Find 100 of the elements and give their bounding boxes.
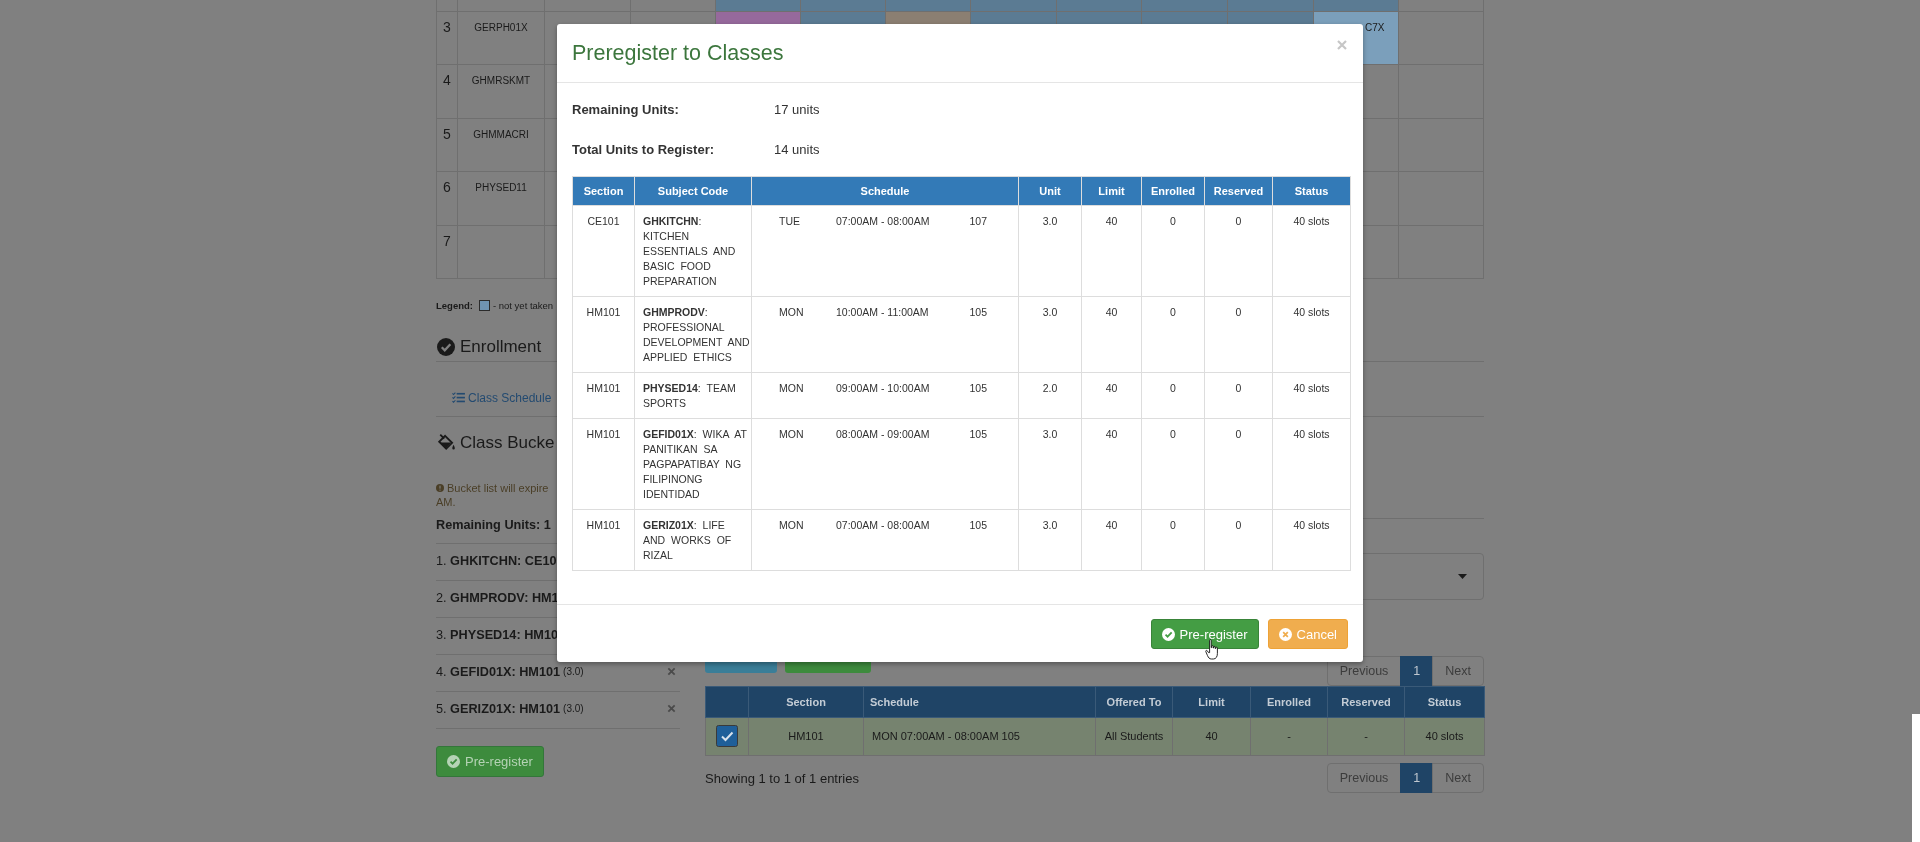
table-cell: 40 (1172, 717, 1251, 756)
column-header: Schedule (863, 686, 1096, 718)
table-cell: 40 slots (1272, 296, 1351, 373)
table-cell: 40 (1081, 372, 1142, 419)
row-number: 6 (436, 172, 458, 226)
check-circle-icon (1161, 627, 1175, 641)
table-cell: - (1250, 717, 1328, 756)
room-number: 105 (969, 518, 988, 533)
tab[interactable]: Class Schedule (436, 377, 553, 418)
table-cell: 0 (1204, 205, 1273, 297)
table-cell: 0 (1141, 296, 1205, 373)
table-cell: 0 (1141, 418, 1205, 510)
row-number: 5 (436, 118, 458, 173)
schedule-time: 07:00AM - 08:00AM (836, 214, 931, 229)
table-cell: PHYSED14: TEAM SPORTS (634, 372, 752, 419)
times-circle-icon (1278, 627, 1292, 641)
checkbox[interactable] (716, 725, 738, 748)
schedule-day: MON (779, 305, 836, 320)
column-header: Enrolled (1250, 686, 1328, 718)
paint-bucket-icon (437, 433, 455, 452)
table-cell: 0 (1141, 205, 1205, 297)
room-number: 105 (969, 381, 988, 396)
table-cell: 40 slots (1404, 717, 1485, 756)
task-list-icon (452, 392, 465, 404)
column-header: Limit (1081, 176, 1142, 206)
summary-value: 17 units (774, 101, 820, 119)
schedule-time: 10:00AM - 11:00AM (836, 305, 930, 320)
bucket-item: 1. GHKITCHN: CE10 (436, 552, 557, 570)
table-cell: 0 (1204, 372, 1273, 419)
slot-code: C7X (1365, 21, 1385, 35)
table-cell: - (1327, 717, 1405, 756)
table-cell: 0 (1141, 509, 1205, 571)
column-header: Section (572, 176, 635, 206)
section-heading: Class Bucke (460, 431, 555, 454)
remove-icon[interactable] (667, 704, 676, 714)
column-header: Status (1272, 176, 1351, 206)
unit-count: (3.0) (563, 701, 584, 716)
caret-down-icon (1458, 573, 1467, 579)
course-code: PHYSED11 (458, 172, 545, 226)
table-cell: HM101 (572, 372, 635, 419)
course-code: GHMMACRI (458, 118, 545, 173)
table-row[interactable]: HM101 MON 07:00AM - 08:00AM 105 All Students 40 - - 40 slots (705, 717, 1485, 756)
row-number: 7 (436, 225, 458, 279)
column-header: Unit (1018, 176, 1082, 206)
bucket-item: 4. GEFID01X: HM101 (436, 663, 561, 681)
check-circle-icon (447, 754, 460, 768)
table-cell: 40 slots (1272, 205, 1351, 297)
exclamation-circle-icon (436, 483, 444, 492)
table-cell: GEFID01X: WIKA AT PANITIKAN SA PAGPAPATIBAY NG FILIPINONG IDENTIDAD (634, 418, 752, 510)
close-icon[interactable] (1337, 40, 1347, 50)
table-cell: 40 slots (1272, 509, 1351, 571)
table-cell: 0 (1141, 372, 1205, 419)
legend-label: Legend: (436, 300, 473, 312)
table-cell: 3.0 (1018, 418, 1082, 510)
table-cell: 0 (1204, 418, 1273, 510)
page-link[interactable]: 1 (1400, 655, 1434, 686)
page-link[interactable]: 1 (1400, 763, 1434, 794)
section-heading: Enrollment (460, 335, 542, 358)
table-cell: 40 slots (1272, 418, 1351, 510)
column-header: Schedule (751, 176, 1019, 206)
schedule-day: MON (779, 427, 836, 442)
legend-text: - not yet taken (492, 300, 554, 312)
notice-text: Bucket list will expire (447, 480, 549, 495)
modal-title: Preregister to Classes (572, 40, 784, 67)
table-cell: 3.0 (1018, 509, 1082, 571)
column-header: Offered To (1095, 686, 1173, 718)
table-cell: 0 (1204, 509, 1273, 571)
row-number: 4 (436, 65, 458, 119)
summary-value: 14 units (774, 141, 820, 159)
course-code: GHMRSKMT (458, 65, 545, 119)
schedule-day: MON (779, 518, 836, 533)
course-code: GERPH01X (458, 12, 545, 66)
room-number: 107 (969, 214, 988, 229)
column-header: Limit (1172, 686, 1251, 718)
table-cell: HM101 (572, 418, 635, 510)
column-header: Section (748, 686, 864, 718)
table-cell: HM101 (748, 717, 864, 756)
schedule-time: 09:00AM - 10:00AM (836, 381, 931, 396)
column-header: Reserved (1327, 686, 1405, 718)
table-cell: 3.0 (1018, 205, 1082, 297)
unit-count: (3.0) (563, 664, 584, 679)
check-circle-icon (437, 337, 455, 356)
pre-register-button[interactable]: Pre-register (436, 745, 544, 777)
table-cell: 40 (1081, 418, 1142, 510)
room-number: 105 (969, 427, 988, 442)
cancel-button[interactable]: Cancel (1267, 619, 1348, 649)
table-cell: 40 (1081, 205, 1142, 297)
table-cell: HM101 (572, 509, 635, 571)
column-header: Subject Code (634, 176, 752, 206)
schedule-day: MON (779, 381, 836, 396)
table-cell: 3.0 (1018, 296, 1082, 373)
summary-label: Total Units to Register: (572, 141, 716, 159)
schedule-time: 07:00AM - 08:00AM (836, 518, 931, 533)
row-number: 3 (436, 12, 458, 66)
table-cell: MON 07:00AM - 08:00AM 105 (863, 717, 1096, 756)
schedule-time: 08:00AM - 09:00AM (836, 427, 931, 442)
remove-icon[interactable] (667, 667, 676, 677)
bucket-item: 2. GHMPRODV: HM1 (436, 589, 559, 607)
table-cell: 40 slots (1272, 372, 1351, 419)
bucket-item: 3. PHYSED14: HM10 (436, 626, 558, 644)
